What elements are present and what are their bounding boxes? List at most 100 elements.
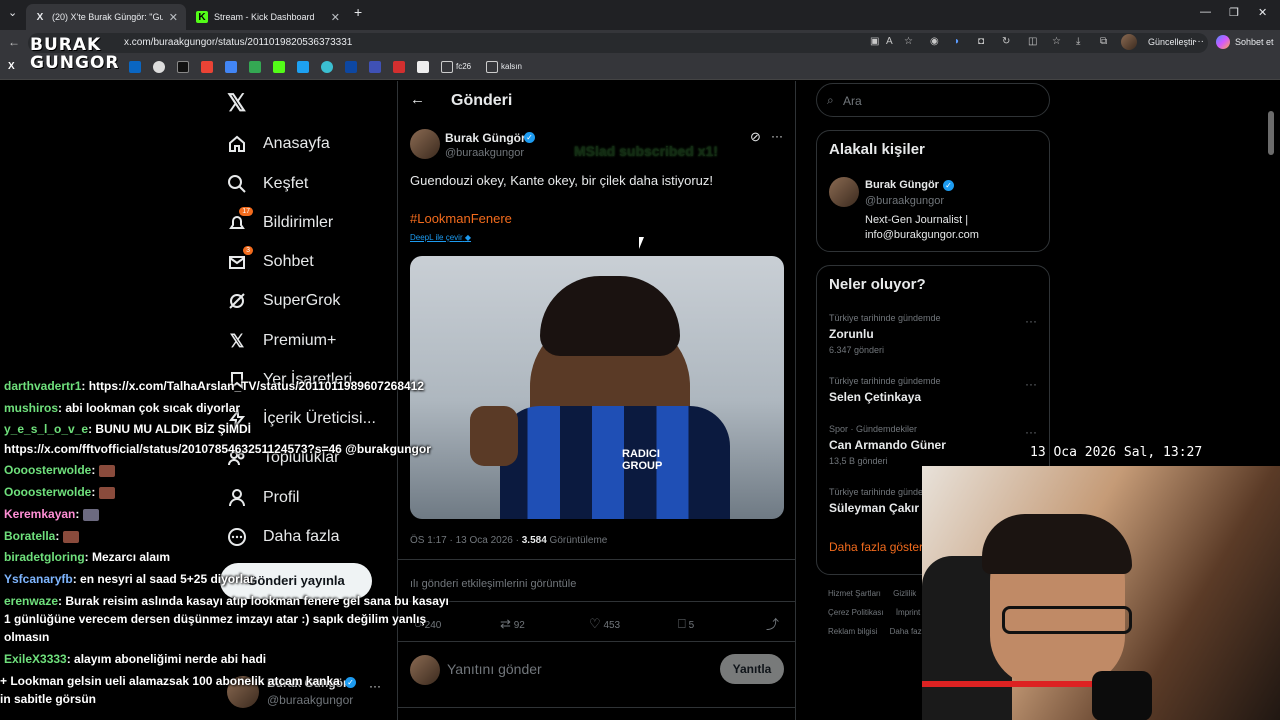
related-name[interactable]: Burak Güngör [865,179,939,191]
like-action[interactable]: ♡ 453 [589,616,620,632]
more-dots-icon[interactable]: ··· [369,679,381,693]
chat-message: + Lookman gelsin ueli alamazsak 100 abon… [0,674,340,688]
tab-list-chevron-icon[interactable]: ⌄ [8,6,17,19]
related-avatar[interactable] [829,177,859,207]
new-tab-icon[interactable]: + [354,4,362,20]
reply-input[interactable]: Yanıtını gönder [447,661,542,677]
x-favicon-icon: X [36,11,44,23]
post-meta: ÖS 1:17 · 13 Oca 2026 · 3.584 Görüntülem… [410,535,607,546]
bookmark-icon[interactable] [177,61,189,73]
linkedin-bookmark-icon[interactable] [129,61,141,73]
read-aloud-icon[interactable]: A [886,36,893,47]
related-people-card: Alakalı kişiler Burak Güngör ✓ @buraakgu… [816,130,1050,252]
more-dots-icon[interactable]: ··· [1025,425,1037,439]
back-arrow-icon[interactable]: ← [410,91,425,108]
bookmark-icon[interactable] [369,61,381,73]
extension-icon[interactable]: ◉ [930,36,939,47]
nav-item-supergrok[interactable]: SuperGrok [225,286,340,316]
search-input[interactable]: Ara [816,83,1050,117]
favorite-star-icon[interactable]: ☆ [904,36,913,47]
author-name[interactable]: Burak Güngör [445,131,526,145]
bookmark-icon[interactable] [321,61,333,73]
related-title: Alakalı kişiler [829,141,925,158]
copilot-icon[interactable] [1216,35,1230,49]
reply-button[interactable]: Yanıtla [720,654,784,684]
extension-icon[interactable]: ◗ [954,36,960,47]
kick-bookmark-icon[interactable] [273,61,285,73]
more-menu-icon[interactable]: ··· [1194,36,1204,47]
tab-kick-dashboard[interactable]: K Stream - Kick Dashboard ✕ [188,4,348,30]
nav-item-more[interactable]: Daha fazla [225,522,340,552]
split-screen-icon[interactable]: ◫ [1028,36,1037,47]
back-arrow-icon[interactable]: ← [8,35,20,49]
trend-count: 13,5 B gönderi [829,456,888,466]
maximize-icon[interactable]: ❐ [1229,6,1239,19]
share-icon[interactable]: ⤴ [766,614,779,633]
nav-item-chat[interactable]: 3 Sohbet [225,246,314,277]
nav-item-notifications[interactable]: 17 Bildirimler [225,207,333,238]
refresh-icon[interactable]: ↻ [1002,36,1010,47]
nav-item-explore[interactable]: Keşfet [225,169,308,199]
footer-link[interactable]: Hizmet Şartları [828,589,881,598]
update-button[interactable]: Güncelleştir [1148,37,1196,47]
more-dots-icon[interactable]: ··· [1025,377,1037,391]
bookmark-icon[interactable] [393,61,405,73]
close-tab-icon[interactable]: ✕ [331,11,340,24]
camera-icon[interactable]: ◘ [978,36,984,47]
download-icon[interactable]: ⤓ [1076,36,1080,47]
nav-label: Daha fazla [263,528,340,545]
author-avatar[interactable] [410,129,440,159]
player-fist [470,406,518,466]
x-logo-icon[interactable]: 𝕏 [227,89,246,118]
more-dots-icon[interactable]: ··· [771,129,783,143]
screenshot-icon[interactable]: ⧉ [1100,36,1107,47]
profile-avatar[interactable] [1121,34,1137,50]
chat-user: Keremkayan [4,507,76,521]
gmail-bookmark-icon[interactable] [201,61,213,73]
bookmark-icon[interactable] [153,61,165,73]
footer-link[interactable]: Reklam bilgisi [828,627,877,636]
bookmark-icon[interactable] [297,61,309,73]
bookmark-icon: ⎕ [678,616,686,631]
grok-icon[interactable]: ⊘ [750,129,761,145]
close-tab-icon[interactable]: ✕ [169,11,178,24]
minimize-icon[interactable]: — [1200,6,1211,18]
nav-label: İçerik Üreticisi... [263,410,376,427]
reader-icon[interactable]: ▣ [870,36,879,47]
x-bookmark-icon[interactable]: X [8,61,20,73]
show-more-link[interactable]: Daha fazla göster [829,540,923,554]
bookmark-folder-fc26[interactable]: fc26 [456,62,471,71]
more-dots-icon[interactable]: ··· [1025,314,1037,328]
author-handle[interactable]: @buraakgungor [445,147,524,159]
collections-icon[interactable]: ☆ [1052,36,1061,47]
footer-link[interactable]: Gizlilik [893,589,916,598]
page-scrollbar[interactable] [1268,111,1274,155]
x-logo-icon: 𝕏 [229,330,245,351]
footer-link[interactable]: İmprint [896,608,920,617]
drive-bookmark-icon[interactable] [249,61,261,73]
bookmark-icon[interactable] [345,61,357,73]
chat-button[interactable]: Sohbet et [1235,37,1274,47]
nav-item-profile[interactable]: Profil [225,483,299,513]
trend-item[interactable]: Türkiye tarihinde gündem Süleyman Çakır [829,487,931,515]
post-hashtag[interactable]: #LookmanFenere [410,211,512,226]
trend-item[interactable]: Spor · Gündemdekiler Can Armando Güner 1… [829,424,946,466]
view-engagements-link[interactable]: ılı gönderi etkileşimlerini görüntüle [410,578,576,590]
repost-action[interactable]: ⇄ 92 [500,616,525,632]
bookmark-icon[interactable] [417,61,429,73]
post-image[interactable]: RADICI GROUP [410,256,784,519]
bookmark-folder-kalsin[interactable]: kalsın [501,62,522,71]
trend-item[interactable]: Türkiye tarihinde gündemde Selen Çetinka… [829,376,941,404]
footer-link[interactable]: Çerez Politikası [828,608,884,617]
tab-x-post[interactable]: X (20) X'te Burak Güngör: "Guendou ✕ [26,4,186,30]
search-placeholder: Ara [843,94,862,108]
bookmark-action[interactable]: ⎕ 5 [678,616,694,632]
trend-category: Türkiye tarihinde gündemde [829,313,941,323]
deepl-translate-link[interactable]: DeepL ile çevir ◆ [410,233,471,242]
trend-item[interactable]: Türkiye tarihinde gündemde Zorunlu 6.347… [829,313,941,355]
nav-item-home[interactable]: Anasayfa [225,129,330,159]
mail-icon: 3 [225,246,253,274]
docs-bookmark-icon[interactable] [225,61,237,73]
nav-item-premium[interactable]: 𝕏 Premium+ [225,326,337,356]
window-close-icon[interactable]: ✕ [1258,6,1267,19]
